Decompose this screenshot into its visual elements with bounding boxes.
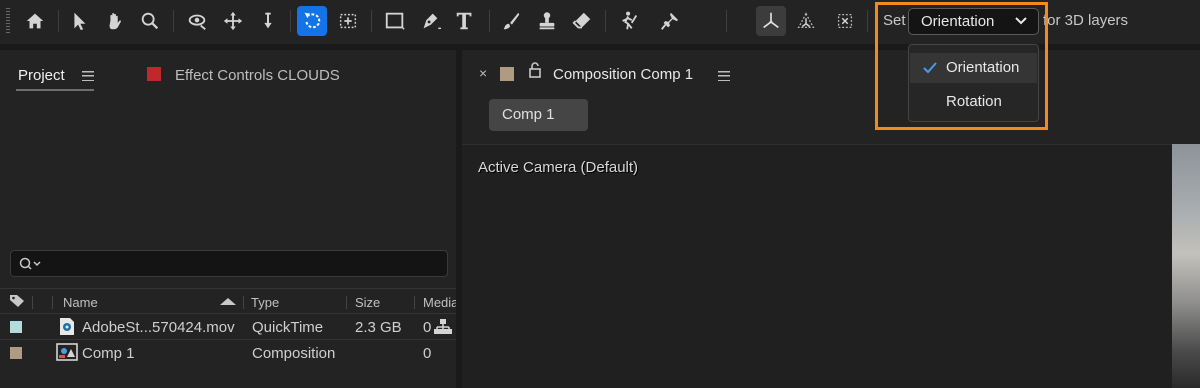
comp-label-swatch <box>500 67 514 81</box>
label-color-swatch[interactable] <box>10 347 22 359</box>
label-color-swatch[interactable] <box>10 321 22 333</box>
orbit-camera-icon[interactable] <box>182 6 212 36</box>
item-media: 0 <box>423 319 432 336</box>
comp-1-button[interactable]: Comp 1 <box>489 99 588 131</box>
quicktime-file-icon <box>60 318 74 335</box>
selection-arrow-icon[interactable] <box>64 6 94 36</box>
clone-stamp-icon[interactable] <box>532 6 562 36</box>
close-tab-button[interactable]: × <box>479 65 487 81</box>
column-name[interactable]: Name <box>63 295 98 310</box>
project-item-row[interactable]: Comp 1 Composition 0 <box>0 339 456 365</box>
item-type: QuickTime <box>252 319 324 336</box>
panel-menu-icon[interactable] <box>718 71 730 81</box>
hand-icon[interactable] <box>100 6 130 36</box>
rectangle-tool-icon[interactable] <box>380 6 410 36</box>
project-item-row[interactable]: AdobeSt...570424.mov QuickTime 2.3 GB 0 <box>0 313 456 339</box>
tab-project[interactable]: Project <box>18 67 65 84</box>
column-type[interactable]: Type <box>251 295 279 310</box>
sort-ascending-icon[interactable] <box>219 297 237 306</box>
eraser-icon[interactable] <box>567 6 597 36</box>
pan-camera-icon[interactable] <box>218 6 248 36</box>
composition-tab-title[interactable]: Composition Comp 1 <box>553 66 693 83</box>
item-name: Comp 1 <box>82 345 135 362</box>
proxy-network-icon <box>434 319 452 334</box>
composition-icon <box>56 343 78 361</box>
active-camera-label: Active Camera (Default) <box>478 159 639 176</box>
puppet-pin-icon[interactable] <box>655 6 685 36</box>
roto-brush-icon[interactable] <box>614 6 644 36</box>
rotation-tool-icon[interactable] <box>297 6 327 36</box>
tab-effect-controls[interactable]: Effect Controls CLOUDS <box>175 67 340 84</box>
pen-tool-icon[interactable] <box>415 6 445 36</box>
search-icon <box>19 257 41 270</box>
effect-controls-swatch <box>147 67 161 81</box>
composition-frame-image <box>1172 144 1200 388</box>
panel-grip[interactable] <box>6 8 10 34</box>
dolly-camera-icon[interactable] <box>253 6 283 36</box>
brush-tool-icon[interactable] <box>496 6 526 36</box>
view-axis-mode-icon[interactable] <box>830 6 860 36</box>
world-axis-mode-icon[interactable] <box>791 6 821 36</box>
anchor-point-icon[interactable] <box>333 6 363 36</box>
active-tab-underline <box>16 89 94 91</box>
project-search-input[interactable] <box>10 250 448 277</box>
zoom-icon[interactable] <box>135 6 165 36</box>
label-tag-icon[interactable] <box>9 294 25 308</box>
item-media: 0 <box>423 345 432 362</box>
callout-highlight-box <box>875 2 1048 130</box>
column-size[interactable]: Size <box>355 295 380 310</box>
composition-viewer[interactable]: Active Camera (Default) <box>462 144 1172 388</box>
home-icon[interactable] <box>20 6 50 36</box>
panel-menu-icon[interactable] <box>82 71 94 81</box>
type-tool-icon[interactable] <box>450 6 480 36</box>
lock-icon[interactable] <box>528 62 542 78</box>
item-type: Composition <box>252 345 336 362</box>
item-size: 2.3 GB <box>355 319 402 336</box>
item-name: AdobeSt...570424.mov <box>82 319 235 336</box>
project-column-header: Name Type Size Media <box>0 288 458 312</box>
column-media[interactable]: Media <box>423 295 458 310</box>
project-panel: Project Effect Controls CLOUDS Name Type… <box>0 44 458 388</box>
local-axis-mode-icon[interactable] <box>756 6 786 36</box>
for-3d-layers-label: for 3D layers <box>1043 12 1129 29</box>
